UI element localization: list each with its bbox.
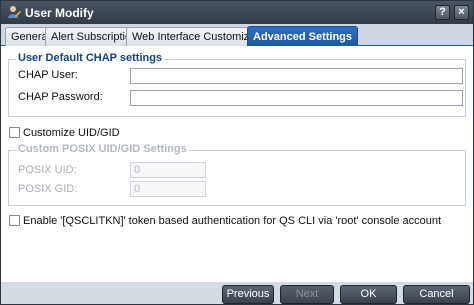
user-modify-dialog: User Modify ? × General Alert Subscripti…	[0, 0, 474, 305]
tab-advanced-settings[interactable]: Advanced Settings	[247, 26, 359, 47]
posix-uid-label: POSIX UID:	[18, 164, 77, 176]
chap-settings-legend: User Default CHAP settings	[16, 52, 165, 64]
dialog-footer: Previous Next OK Cancel	[1, 282, 473, 304]
title-bar[interactable]: User Modify ? ×	[1, 1, 473, 24]
close-button[interactable]: ×	[454, 5, 469, 20]
posix-gid-label: POSIX GID:	[18, 183, 78, 195]
posix-uid-input	[130, 162, 206, 178]
window-title: User Modify	[25, 6, 94, 20]
advanced-settings-panel: User Default CHAP settings CHAP User: CH…	[1, 46, 473, 282]
posix-settings-legend: Custom POSIX UID/GID Settings	[16, 143, 189, 155]
cancel-button[interactable]: Cancel	[403, 285, 470, 304]
ok-button[interactable]: OK	[340, 285, 397, 304]
token-auth-checkbox[interactable]	[9, 215, 20, 226]
chap-password-input[interactable]	[130, 90, 463, 106]
help-button[interactable]: ?	[435, 5, 450, 20]
chap-user-input[interactable]	[130, 68, 463, 84]
tab-strip: General Alert Subscriptions Web Interfac…	[1, 24, 473, 47]
customize-uid-gid-checkbox[interactable]	[9, 127, 20, 138]
chap-user-label: CHAP User:	[18, 69, 78, 81]
token-auth-label[interactable]: Enable '[QSCLITKN]' token based authenti…	[23, 215, 441, 227]
chap-password-label: CHAP Password:	[18, 91, 103, 103]
customize-uid-gid-label[interactable]: Customize UID/GID	[23, 127, 120, 139]
posix-gid-input	[130, 181, 206, 197]
user-edit-icon	[8, 6, 21, 18]
posix-settings-group	[8, 150, 466, 206]
previous-button[interactable]: Previous	[222, 285, 274, 304]
next-button: Next	[280, 285, 334, 304]
